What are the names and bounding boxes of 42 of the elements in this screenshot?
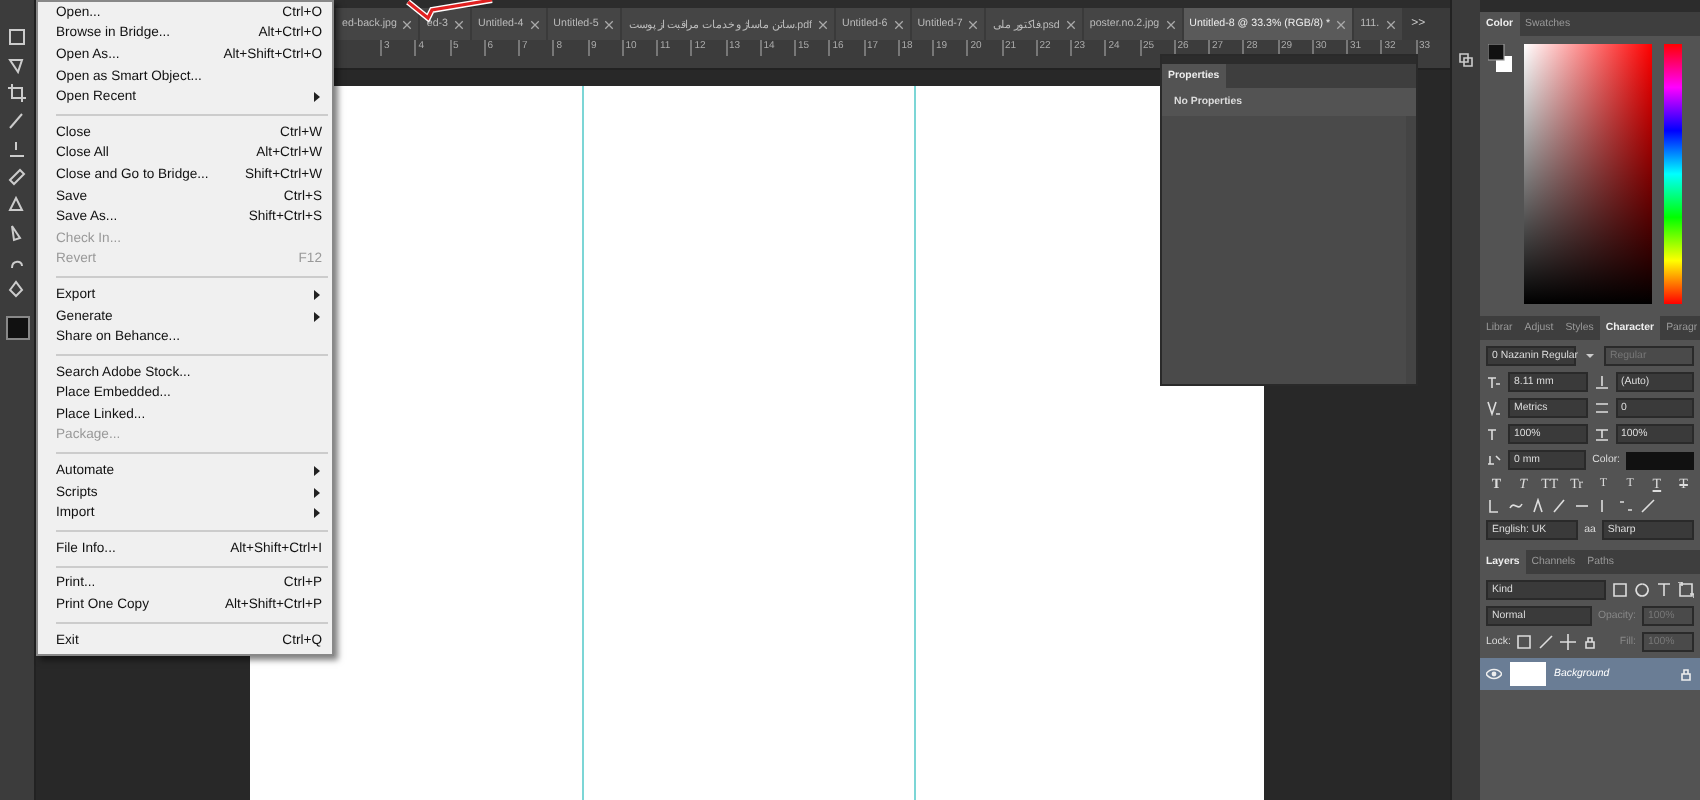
close-icon[interactable] — [454, 19, 464, 29]
font-size-icon — [1486, 374, 1502, 390]
adjustment-filter-icon — [1634, 582, 1650, 598]
hue-spectrum-bar[interactable] — [1664, 44, 1682, 304]
move-icon — [1560, 634, 1577, 650]
type-style-button[interactable]: T — [1619, 478, 1641, 490]
lock-pixels-icon — [1516, 634, 1533, 650]
dropdown-caret-icon[interactable] — [1582, 348, 1598, 364]
lock-icon — [1582, 634, 1599, 650]
vertical-scale-icon — [1486, 426, 1502, 442]
foreground-color-swatch[interactable] — [5, 316, 29, 340]
close-icon[interactable] — [1336, 19, 1347, 29]
type-filter-icon — [1656, 582, 1672, 598]
tool-icon[interactable] — [8, 84, 26, 102]
type-style-button[interactable]: T — [1593, 478, 1614, 490]
tracking-icon — [1593, 400, 1609, 416]
close-icon[interactable] — [893, 19, 904, 29]
image-filter-icon — [1612, 582, 1628, 598]
close-icon[interactable] — [1385, 19, 1396, 29]
submenu-arrow-icon — [312, 92, 322, 103]
layer-thumbnail — [1510, 662, 1546, 686]
kerning-icon — [1486, 400, 1502, 416]
close-icon[interactable] — [968, 19, 979, 29]
close-icon[interactable] — [818, 19, 829, 29]
color-field[interactable] — [1524, 44, 1652, 304]
color-swatches-icon[interactable] — [1488, 44, 1512, 72]
eye-icon[interactable] — [1486, 666, 1502, 682]
opentype-feature-icon — [1618, 498, 1634, 514]
tool-icon[interactable] — [8, 140, 26, 158]
opentype-feature-icon — [1640, 498, 1656, 514]
close-icon[interactable] — [1065, 19, 1076, 29]
shape-filter-icon — [1678, 582, 1694, 598]
baseline-shift-icon — [1486, 452, 1502, 468]
panel-icon[interactable] — [1458, 52, 1474, 68]
close-icon[interactable] — [529, 19, 540, 29]
close-icon[interactable] — [604, 19, 615, 29]
close-icon[interactable] — [402, 19, 413, 29]
leading-icon — [1593, 374, 1609, 390]
text-color-swatch[interactable] — [1626, 451, 1694, 469]
tool-icon[interactable] — [8, 112, 26, 130]
horizontal-scale-icon — [1593, 426, 1609, 442]
close-icon[interactable] — [1165, 19, 1176, 29]
